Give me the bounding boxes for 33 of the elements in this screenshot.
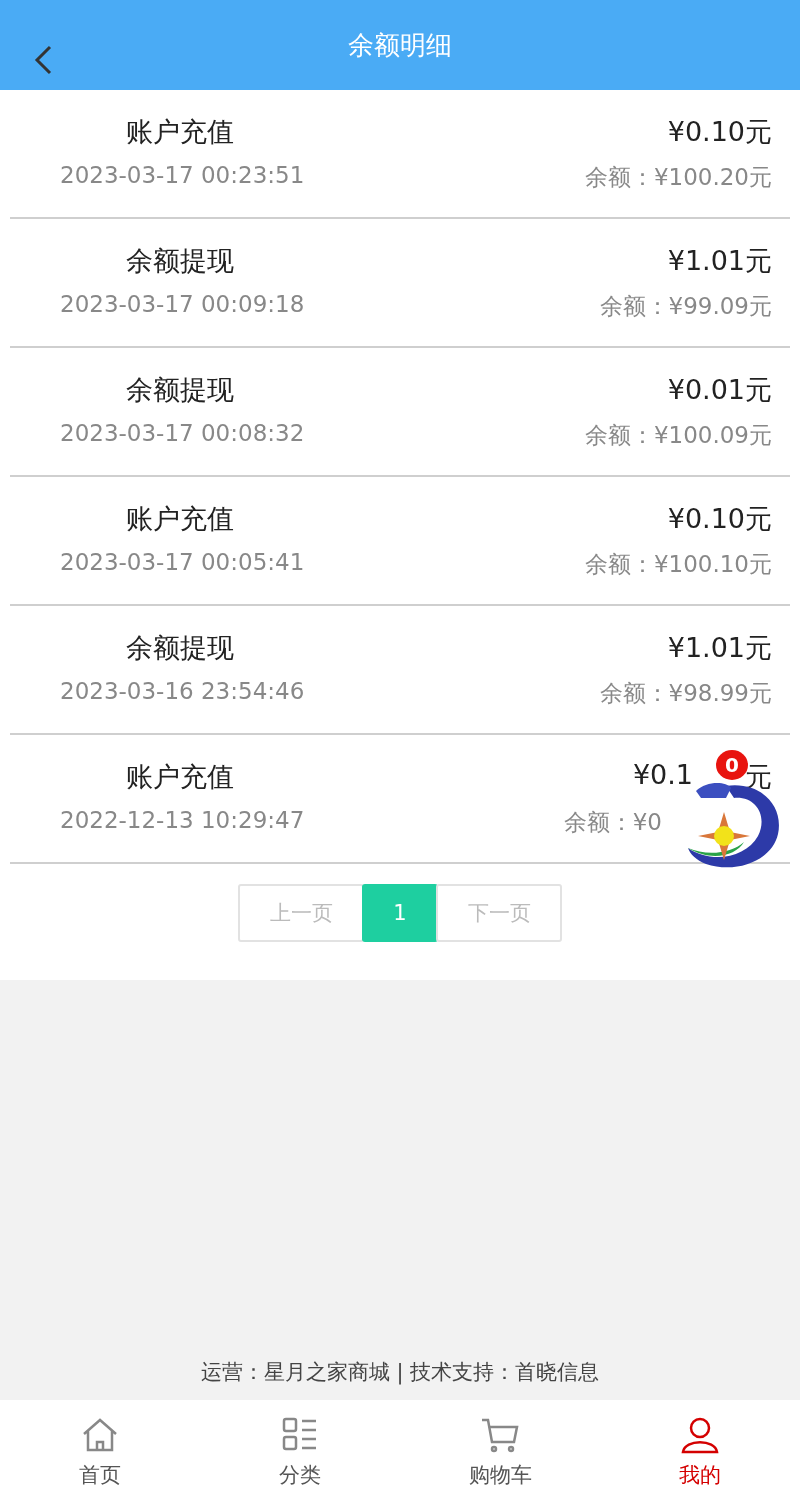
record-amount: ¥1.01元 — [667, 631, 772, 665]
record-title: 账户充值 — [125, 502, 234, 536]
record-amount: ¥0.1 — [632, 759, 693, 792]
record-title: 余额提现 — [125, 373, 234, 407]
nav-item[interactable]: 购物车 — [400, 1400, 600, 1504]
record-balance: 余额：¥99.09元 — [599, 292, 772, 321]
user-icon — [680, 1415, 720, 1455]
footer-text: 运营：星月之家商城 | 技术支持：首晓信息 — [200, 1360, 600, 1384]
nav-item[interactable]: 分类 — [200, 1400, 400, 1504]
nav-item[interactable]: 我的 — [600, 1400, 800, 1504]
record-amount: ¥1.01元 — [667, 244, 772, 278]
record-balance: 余额：¥0 — [563, 808, 662, 837]
record-amount: ¥0.10元 — [667, 502, 772, 536]
record-title: 账户充值 — [125, 115, 234, 149]
record-balance: 余额：¥100.09元 — [584, 421, 772, 450]
page-title: 余额明细 — [348, 28, 452, 62]
back-icon[interactable] — [32, 44, 54, 76]
nav-item[interactable]: 首页 — [0, 1400, 200, 1504]
record-amount: ¥0.10元 — [667, 115, 772, 149]
record-time: 2023-03-17 00:08:32 — [60, 420, 305, 448]
record-time: 2023-03-17 00:05:41 — [60, 549, 305, 577]
record-time: 2023-03-17 00:23:51 — [60, 162, 305, 190]
record-balance: 余额：¥98.99元 — [599, 679, 772, 708]
record-title: 余额提现 — [125, 631, 234, 665]
record-time: 2022-12-13 10:29:47 — [60, 807, 305, 835]
record-amount: ¥0.01元 — [667, 373, 772, 407]
record-title: 余额提现 — [125, 244, 234, 278]
record-time: 2023-03-16 23:54:46 — [60, 678, 305, 706]
record-balance: 余额：¥100.20元 — [584, 163, 772, 192]
record-amount: 元 — [745, 760, 772, 794]
record-title: 账户充值 — [125, 760, 234, 794]
record-time: 2023-03-17 00:09:18 — [60, 291, 305, 319]
record-balance: 余额：¥100.10元 — [584, 550, 772, 579]
